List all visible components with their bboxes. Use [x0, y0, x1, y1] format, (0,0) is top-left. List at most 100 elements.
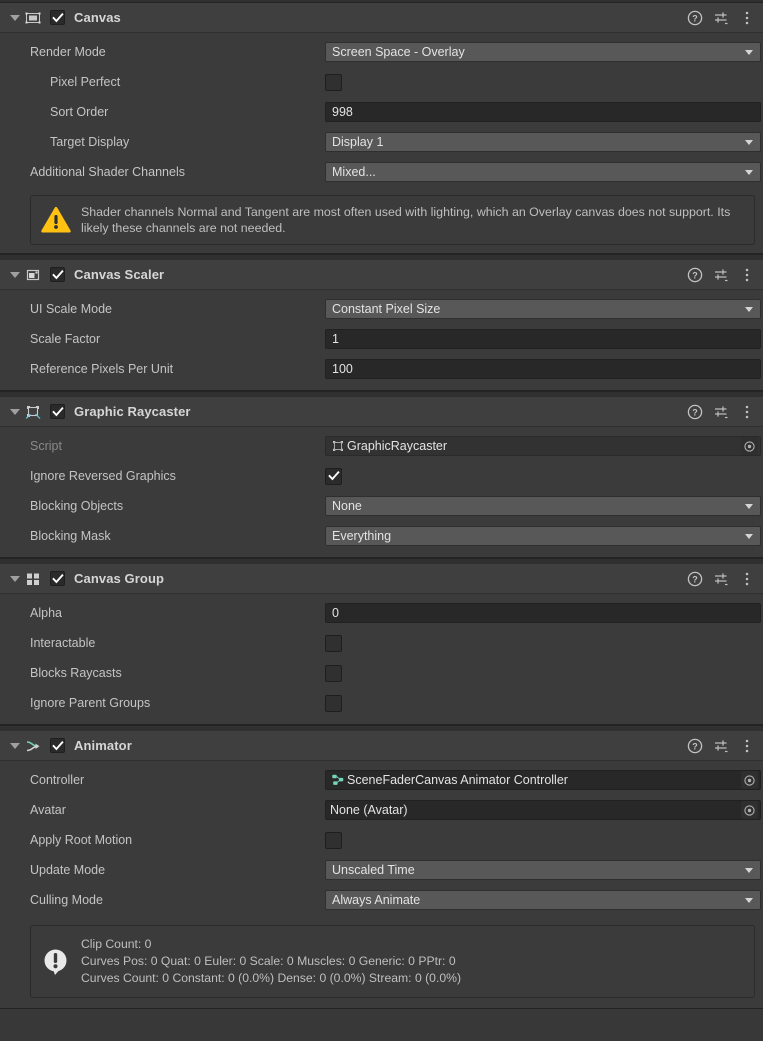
property-field [325, 825, 761, 855]
property-field [325, 658, 761, 688]
help-icon-canvas-group[interactable]: ? [687, 571, 703, 587]
svg-text:?: ? [692, 270, 698, 280]
component-title-animator: Animator [74, 738, 132, 753]
property-field: None [325, 491, 761, 521]
property-list-canvas-group: Alpha 0 Interactable Blocks Raycasts Ignore … [0, 594, 763, 724]
settings-preset-icon-animator[interactable] [713, 738, 729, 754]
component-enabled-checkbox-animator[interactable] [50, 738, 65, 753]
component-header-animator[interactable]: Animator? [0, 731, 763, 761]
property-list-animator: Controller SceneFaderCanvas Animator Cont… [0, 761, 763, 921]
property-field: Everything [325, 521, 761, 551]
more-menu-icon-canvas-scaler[interactable] [739, 267, 755, 283]
property-row: Additional Shader Channels Mixed... [0, 157, 763, 187]
object-picker-icon[interactable] [741, 771, 758, 789]
property-label: Blocking Mask [30, 529, 111, 543]
property-field [325, 688, 761, 718]
property-label: Controller [30, 773, 85, 787]
canvas-icon [24, 9, 42, 27]
canvas-group-icon [24, 570, 42, 588]
checkbox-interactable[interactable] [325, 634, 342, 652]
input-alpha[interactable]: 0 [325, 603, 761, 623]
dropdown-value: Everything [332, 529, 392, 543]
dropdown-render-mode[interactable]: Screen Space - Overlay [325, 42, 761, 62]
header-tools-canvas-scaler: ? [687, 260, 755, 290]
object-picker-icon[interactable] [741, 801, 758, 819]
property-label: Update Mode [30, 863, 106, 877]
checkbox-ignore-reversed-graphics[interactable] [325, 467, 342, 485]
component-title-canvas-group: Canvas Group [74, 571, 165, 586]
checkbox-ignore-parent-groups[interactable] [325, 694, 342, 712]
info-box-animator: Clip Count: 0 Curves Pos: 0 Quat: 0 Eule… [30, 925, 755, 998]
foldout-arrow-canvas-scaler[interactable] [8, 268, 22, 282]
property-row: Culling Mode Always Animate [0, 885, 763, 915]
property-field: 0 [325, 598, 761, 628]
dropdown-target-display[interactable]: Display 1 [325, 132, 761, 152]
more-menu-icon-canvas[interactable] [739, 10, 755, 26]
dropdown-value: Always Animate [332, 893, 421, 907]
foldout-arrow-graphic-raycaster[interactable] [8, 405, 22, 419]
object-picker-icon[interactable] [741, 437, 758, 455]
property-field: GraphicRaycaster [325, 431, 761, 461]
property-row: Controller SceneFaderCanvas Animator Cont… [0, 765, 763, 795]
property-label: Culling Mode [30, 893, 103, 907]
panel-empty-area [0, 1009, 763, 1041]
dropdown-value: Mixed... [332, 165, 376, 179]
component-header-canvas[interactable]: Canvas? [0, 3, 763, 33]
dropdown-blocking-objects[interactable]: None [325, 496, 761, 516]
component-header-canvas-group[interactable]: Canvas Group? [0, 564, 763, 594]
property-row: Target Display Display 1 [0, 127, 763, 157]
help-icon-animator[interactable]: ? [687, 738, 703, 754]
object-field-value: None (Avatar) [330, 803, 408, 817]
component-list: Canvas? Render Mode Screen Space - Overlay… [0, 3, 763, 1009]
help-icon-canvas[interactable]: ? [687, 10, 703, 26]
more-menu-icon-canvas-group[interactable] [739, 571, 755, 587]
component-header-canvas-scaler[interactable]: Canvas Scaler? [0, 260, 763, 290]
foldout-arrow-animator[interactable] [8, 739, 22, 753]
object-field-controller[interactable]: SceneFaderCanvas Animator Controller [325, 770, 761, 790]
help-icon-canvas-scaler[interactable]: ? [687, 267, 703, 283]
property-label: Additional Shader Channels [30, 165, 185, 179]
property-label: Sort Order [50, 105, 109, 119]
object-field-avatar[interactable]: None (Avatar) [325, 800, 761, 820]
dropdown-culling-mode[interactable]: Always Animate [325, 890, 761, 910]
dropdown-value: None [332, 499, 362, 513]
property-row: Pixel Perfect [0, 67, 763, 97]
graphic-raycaster-icon [24, 403, 42, 421]
dropdown-update-mode[interactable]: Unscaled Time [325, 860, 761, 880]
checkbox-pixel-perfect[interactable] [325, 73, 342, 91]
property-row: Blocking Mask Everything [0, 521, 763, 551]
help-icon-graphic-raycaster[interactable]: ? [687, 404, 703, 420]
input-value: 0 [332, 606, 339, 620]
component-enabled-checkbox-canvas[interactable] [50, 10, 65, 25]
object-field-script[interactable]: GraphicRaycaster [325, 436, 761, 456]
checkbox-blocks-raycasts[interactable] [325, 664, 342, 682]
checkbox-apply-root-motion[interactable] [325, 831, 342, 849]
foldout-arrow-canvas[interactable] [8, 11, 22, 25]
input-reference-pixels-per-unit[interactable]: 100 [325, 359, 761, 379]
dropdown-additional-shader-channels[interactable]: Mixed... [325, 162, 761, 182]
dropdown-blocking-mask[interactable]: Everything [325, 526, 761, 546]
component-header-graphic-raycaster[interactable]: Graphic Raycaster? [0, 397, 763, 427]
property-label: Target Display [50, 135, 130, 149]
settings-preset-icon-canvas[interactable] [713, 10, 729, 26]
component-enabled-checkbox-canvas-group[interactable] [50, 571, 65, 586]
svg-text:?: ? [692, 574, 698, 584]
input-scale-factor[interactable]: 1 [325, 329, 761, 349]
more-menu-icon-animator[interactable] [739, 738, 755, 754]
dropdown-value: Unscaled Time [332, 863, 415, 877]
property-field: Constant Pixel Size [325, 294, 761, 324]
property-row: Script GraphicRaycaster [0, 431, 763, 461]
property-label: Avatar [30, 803, 66, 817]
settings-preset-icon-graphic-raycaster[interactable] [713, 404, 729, 420]
more-menu-icon-graphic-raycaster[interactable] [739, 404, 755, 420]
component-enabled-checkbox-graphic-raycaster[interactable] [50, 404, 65, 419]
settings-preset-icon-canvas-group[interactable] [713, 571, 729, 587]
settings-preset-icon-canvas-scaler[interactable] [713, 267, 729, 283]
property-field: 998 [325, 97, 761, 127]
foldout-arrow-canvas-group[interactable] [8, 572, 22, 586]
dropdown-ui-scale-mode[interactable]: Constant Pixel Size [325, 299, 761, 319]
property-field: SceneFaderCanvas Animator Controller [325, 765, 761, 795]
component-enabled-checkbox-canvas-scaler[interactable] [50, 267, 65, 282]
header-tools-canvas: ? [687, 3, 755, 33]
input-sort-order[interactable]: 998 [325, 102, 761, 122]
